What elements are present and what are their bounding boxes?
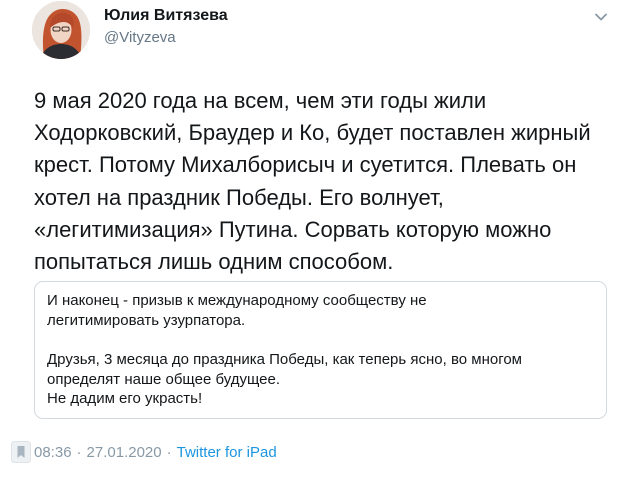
tweet-text: 9 мая 2020 года на всем, чем эти годы жи…: [34, 88, 591, 275]
quote-paragraph: Друзья, 3 месяца до праздника Победы, ка…: [47, 351, 522, 408]
separator-dot: ·: [166, 443, 172, 461]
avatar[interactable]: [32, 1, 90, 59]
tweet-meta: 08:36 · 27.01.2020 · Twitter for iPad: [11, 441, 277, 463]
avatar-image: [32, 1, 90, 59]
tweet-date[interactable]: 27.01.2020: [87, 444, 162, 461]
author-handle[interactable]: @Vityzeva: [104, 29, 176, 46]
quote-paragraph: И наконец - призыв к международному сооб…: [47, 292, 427, 329]
author-name[interactable]: Юлия Витязева: [104, 7, 228, 25]
chevron-down-icon[interactable]: [592, 8, 610, 26]
tweet-card: Юлия Витязева @Vityzeva 9 мая 2020 года …: [0, 0, 620, 481]
separator-dot: ·: [76, 443, 82, 461]
bookmark-icon[interactable]: [11, 441, 31, 463]
quoted-text-card[interactable]: И наконец - призыв к международному сооб…: [34, 281, 607, 419]
tweet-source-link[interactable]: Twitter for iPad: [177, 444, 277, 461]
tweet-time[interactable]: 08:36: [34, 444, 72, 461]
